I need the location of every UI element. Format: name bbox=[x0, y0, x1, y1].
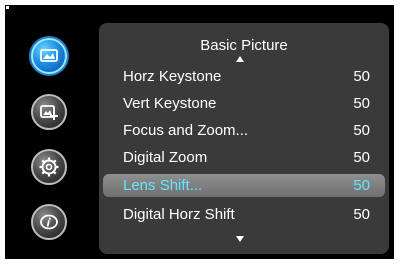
menu-item-label: Horz Keystone bbox=[123, 68, 222, 85]
menu-item-value: 50 bbox=[353, 68, 370, 85]
menu-item-value: 50 bbox=[353, 122, 370, 139]
menu-panel: Basic Picture Horz Keystone 50 Vert Keys… bbox=[99, 23, 389, 254]
menu-item-label: Lens Shift... bbox=[123, 177, 203, 194]
menu-item-lens-shift[interactable]: Lens Shift... 50 bbox=[103, 174, 385, 197]
advanced-picture-icon[interactable] bbox=[31, 94, 67, 130]
projector-osd: Basic Picture Horz Keystone 50 Vert Keys… bbox=[5, 5, 394, 259]
settings-icon[interactable] bbox=[31, 149, 67, 185]
menu-item-label: Digital Horz Shift bbox=[123, 206, 235, 223]
menu-item-value: 50 bbox=[353, 206, 370, 223]
information-icon[interactable] bbox=[31, 204, 67, 240]
corner-mark bbox=[6, 6, 9, 9]
menu-item-value: 50 bbox=[353, 149, 370, 166]
menu-item-label: Digital Zoom bbox=[123, 149, 208, 166]
scroll-up-arrow-icon[interactable] bbox=[236, 56, 244, 62]
menu-item-value: 50 bbox=[353, 177, 370, 194]
menu-item-vert-keystone[interactable]: Vert Keystone 50 bbox=[103, 92, 385, 115]
menu-item-value: 50 bbox=[353, 95, 370, 112]
menu-item-label: Vert Keystone bbox=[123, 95, 217, 112]
menu-item-label: Focus and Zoom... bbox=[123, 122, 249, 139]
scroll-down-arrow-icon[interactable] bbox=[236, 236, 244, 242]
picture-icon[interactable] bbox=[31, 38, 67, 74]
menu-item-focus-and-zoom[interactable]: Focus and Zoom... 50 bbox=[103, 119, 385, 142]
menu-item-digital-zoom[interactable]: Digital Zoom 50 bbox=[103, 146, 385, 169]
menu-title: Basic Picture bbox=[200, 37, 288, 54]
menu-item-horz-keystone[interactable]: Horz Keystone 50 bbox=[103, 65, 385, 88]
menu-item-digital-horz-shift[interactable]: Digital Horz Shift 50 bbox=[103, 203, 385, 226]
